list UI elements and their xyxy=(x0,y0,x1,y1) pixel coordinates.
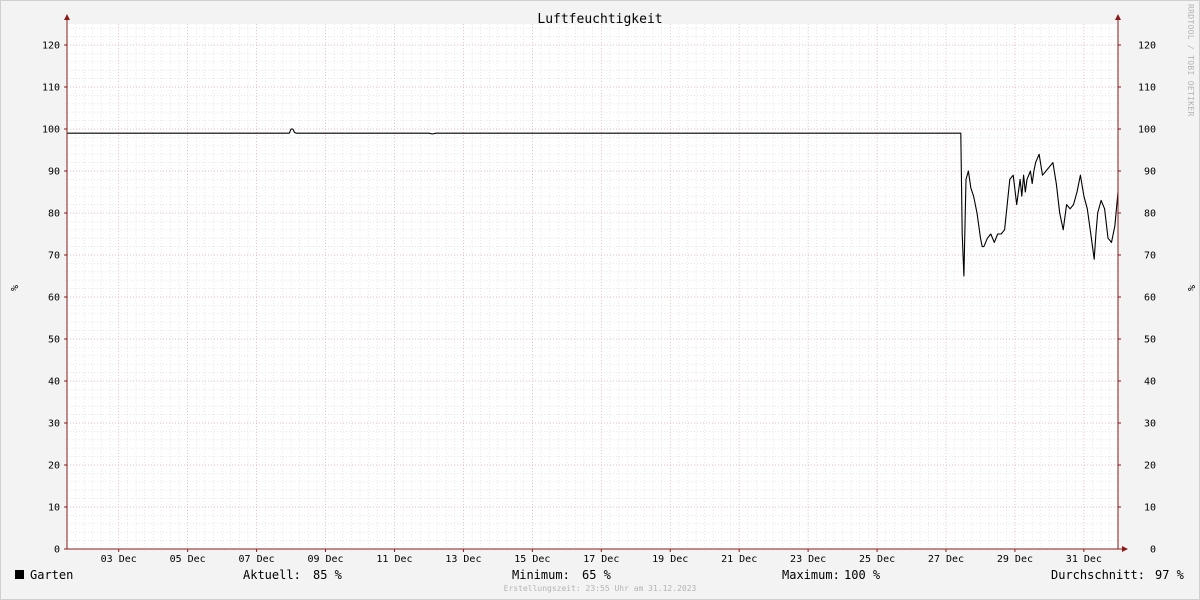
x-tick-label: 05 Dec xyxy=(170,554,206,565)
x-tick-label: 19 Dec xyxy=(652,554,688,565)
x-tick-label: 17 Dec xyxy=(583,554,619,565)
legend-maximum-value: 100 % xyxy=(844,568,881,582)
y-tick-label-left: 120 xyxy=(42,41,60,52)
y-tick-label-right: 100 xyxy=(1138,125,1156,136)
y-tick-label-right: 70 xyxy=(1144,251,1156,262)
y-axis-arrow-right xyxy=(1115,14,1121,20)
y-tick-label-left: 50 xyxy=(48,335,60,346)
y-tick-label-right: 50 xyxy=(1144,335,1156,346)
legend-maximum-label: Maximum: xyxy=(782,568,840,582)
y-tick-label-left: 110 xyxy=(42,83,60,94)
x-tick-label: 03 Dec xyxy=(101,554,137,565)
y-tick-label-right: 30 xyxy=(1144,419,1156,430)
x-tick-label: 13 Dec xyxy=(445,554,481,565)
humidity-chart: 0 0 10 10 20 20 30 30 40 40 50 50 60 60 70 70 80 80 90 90 10… xyxy=(8,12,1196,565)
legend-aktuell-value: 85 % xyxy=(313,568,342,582)
x-tick-label: 27 Dec xyxy=(928,554,964,565)
y-tick-label-right: 0 xyxy=(1150,545,1156,556)
legend-swatch xyxy=(15,570,24,579)
x-tick-label: 25 Dec xyxy=(859,554,895,565)
rrdtool-watermark: RRDTOOL / TOBI OETIKER xyxy=(1186,4,1195,117)
y-tick-label-right: 40 xyxy=(1144,377,1156,388)
y-tick-label-right: 90 xyxy=(1144,167,1156,178)
y-tick-label-left: 100 xyxy=(42,125,60,136)
x-tick-label: 15 Dec xyxy=(514,554,550,565)
y-axis-label-right: % xyxy=(1185,285,1196,291)
legend-minimum-value: 65 % xyxy=(582,568,611,582)
y-tick-label-right: 60 xyxy=(1144,293,1156,304)
y-axis-label-left: % xyxy=(8,285,19,291)
y-tick-label-right: 80 xyxy=(1144,209,1156,220)
y-tick-label-left: 0 xyxy=(54,545,60,556)
y-tick-label-left: 60 xyxy=(48,293,60,304)
y-tick-label-left: 80 xyxy=(48,209,60,220)
legend-average-value: 97 % xyxy=(1155,568,1184,582)
x-axis-arrow xyxy=(1122,546,1128,552)
y-tick-label-left: 90 xyxy=(48,167,60,178)
legend-average-label: Durchschnitt: xyxy=(1051,568,1145,582)
x-tick-label: 23 Dec xyxy=(790,554,826,565)
x-tick-label: 31 Dec xyxy=(1066,554,1102,565)
y-tick-label-left: 30 xyxy=(48,419,60,430)
y-tick-label-right: 120 xyxy=(1138,41,1156,52)
x-tick-label: 11 Dec xyxy=(376,554,412,565)
y-tick-label-left: 40 xyxy=(48,377,60,388)
y-tick-label-left: 10 xyxy=(48,503,60,514)
y-tick-label-left: 70 xyxy=(48,251,60,262)
x-tick-label: 09 Dec xyxy=(307,554,343,565)
x-tick-label: 21 Dec xyxy=(721,554,757,565)
legend-series-name: Garten xyxy=(30,568,74,582)
y-axis-arrow-left xyxy=(64,14,70,20)
legend-aktuell-label: Aktuell: xyxy=(243,568,301,582)
y-tick-label-right: 10 xyxy=(1144,503,1156,514)
y-tick-label-right: 20 xyxy=(1144,461,1156,472)
x-tick-label: 07 Dec xyxy=(239,554,275,565)
x-tick-label: 29 Dec xyxy=(997,554,1033,565)
creation-time-credit: Erstellungszeit: 23:55 Uhr am 31.12.2023 xyxy=(503,584,697,593)
y-tick-label-right: 110 xyxy=(1138,83,1156,94)
legend-minimum-label: Minimum: xyxy=(512,568,570,582)
y-tick-label-left: 20 xyxy=(48,461,60,472)
chart-title: Luftfeuchtigkeit xyxy=(537,12,662,27)
